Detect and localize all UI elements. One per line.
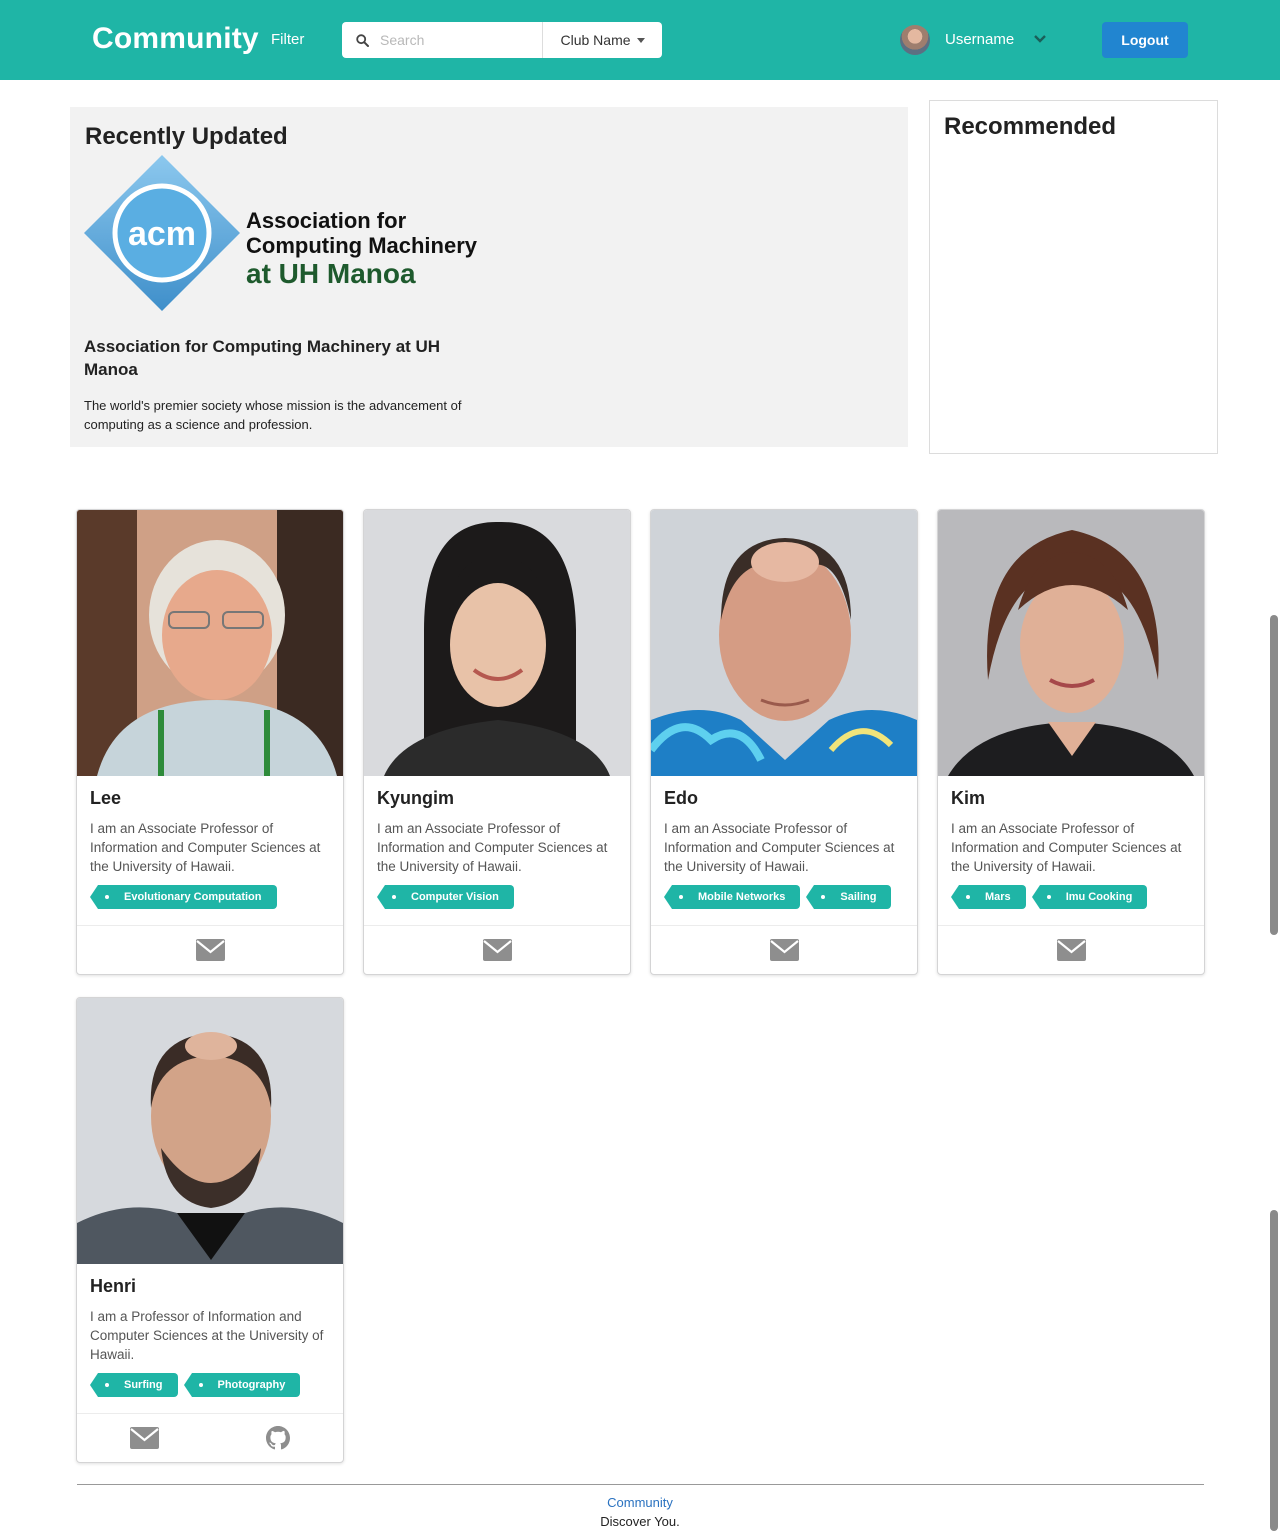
profile-name[interactable]: Lee (90, 788, 330, 809)
interest-tag[interactable]: Imu Cooking (1031, 885, 1148, 909)
envelope-icon[interactable] (769, 939, 799, 961)
interest-tag[interactable]: Computer Vision (377, 885, 514, 909)
interest-tag[interactable]: Mars (951, 885, 1026, 909)
recommended-panel: Recommended (929, 100, 1218, 454)
profile-name[interactable]: Kyungim (377, 788, 617, 809)
profile-card: Henri I am a Professor of Information an… (76, 997, 344, 1463)
profile-photo (77, 998, 343, 1264)
acm-logo[interactable]: acm Association for Computing Machinery … (84, 155, 484, 311)
svg-text:at UH Manoa: at UH Manoa (246, 258, 416, 289)
profile-bio: I am an Associate Professor of Informati… (377, 821, 608, 874)
profile-card: Edo I am an Associate Professor of Infor… (650, 509, 918, 975)
github-icon[interactable] (265, 1426, 290, 1450)
svg-text:Association for: Association for (246, 208, 407, 233)
footer-link-text[interactable]: Community (607, 1495, 673, 1510)
card-actions (77, 1413, 343, 1462)
card-actions (651, 925, 917, 974)
envelope-icon[interactable] (482, 939, 512, 961)
profile-photo (651, 510, 917, 776)
chevron-down-icon[interactable] (1033, 34, 1047, 44)
profile-card: Kyungim I am an Associate Professor of I… (363, 509, 631, 975)
profile-photo (938, 510, 1204, 776)
profile-card: Lee I am an Associate Professor of Infor… (76, 509, 344, 975)
footer-tagline: Discover You. (600, 1514, 680, 1529)
interest-tag[interactable]: Photography (183, 1373, 301, 1397)
user-avatar[interactable] (900, 25, 930, 55)
card-actions (77, 925, 343, 974)
search-input[interactable] (380, 32, 540, 48)
scrollbar-thumb[interactable] (1270, 1210, 1278, 1531)
caret-down-icon (636, 37, 645, 43)
logout-button[interactable]: Logout (1102, 22, 1188, 58)
profile-name[interactable]: Henri (90, 1276, 330, 1297)
card-actions (938, 925, 1204, 974)
filter-link[interactable]: Filter (271, 31, 304, 48)
envelope-icon[interactable] (130, 1427, 160, 1449)
footer-divider (77, 1484, 1204, 1485)
top-navbar: Community Filter Club Name Username Logo… (0, 0, 1280, 80)
club-name-dropdown-label: Club Name (560, 32, 631, 48)
profile-name[interactable]: Kim (951, 788, 1191, 809)
recently-updated-heading: Recently Updated (85, 123, 288, 150)
scrollbar-thumb[interactable] (1270, 615, 1278, 935)
profile-card: Kim I am an Associate Professor of Infor… (937, 509, 1205, 975)
club-title[interactable]: Association for Computing Machinery at U… (84, 335, 474, 381)
username-label[interactable]: Username (945, 31, 1014, 48)
card-actions (364, 925, 630, 974)
envelope-icon[interactable] (195, 939, 225, 961)
brand-logo[interactable]: Community (92, 22, 259, 56)
club-description: The world's premier society whose missio… (84, 398, 462, 432)
profile-bio: I am an Associate Professor of Informati… (951, 821, 1182, 874)
interest-tag[interactable]: Mobile Networks (663, 885, 801, 909)
recently-updated-panel: Recently Updated acm Association for Com… (70, 107, 908, 447)
recommended-heading: Recommended (944, 113, 1117, 140)
acm-logo-mark: acm (128, 215, 196, 253)
interest-tag[interactable]: Surfing (90, 1373, 178, 1397)
interest-tag[interactable]: Evolutionary Computation (90, 885, 277, 909)
club-name-dropdown[interactable]: Club Name (543, 22, 662, 58)
envelope-icon[interactable] (1056, 939, 1086, 961)
profile-bio: I am an Associate Professor of Informati… (90, 821, 321, 874)
profile-bio: I am a Professor of Information and Comp… (90, 1309, 324, 1362)
footer-community-link: Community (0, 1495, 1280, 1510)
search-bar: Club Name (342, 22, 662, 58)
profile-photo (77, 510, 343, 776)
profile-bio: I am an Associate Professor of Informati… (664, 821, 895, 874)
svg-text:Computing Machinery: Computing Machinery (246, 233, 478, 258)
search-icon (356, 34, 369, 47)
profile-photo (364, 510, 630, 776)
profile-name[interactable]: Edo (664, 788, 904, 809)
interest-tag[interactable]: Sailing (806, 885, 892, 909)
search-field (342, 22, 543, 58)
